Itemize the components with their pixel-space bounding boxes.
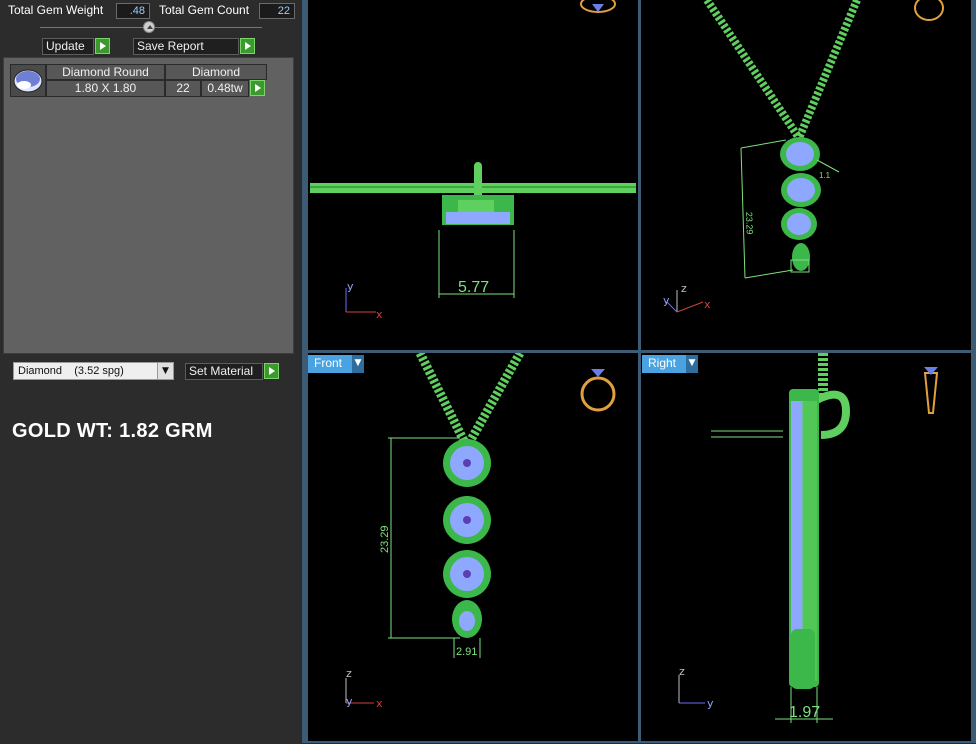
total-gem-weight-label: Total Gem Weight <box>8 3 104 17</box>
svg-text:y: y <box>346 695 353 708</box>
ring-orientation-icon <box>580 0 616 13</box>
total-gem-count-value: 22 <box>259 3 295 19</box>
top-width-dimension: 5.77 <box>458 279 489 296</box>
svg-text:z: z <box>679 665 685 678</box>
set-material-go-icon[interactable] <box>264 363 279 379</box>
save-report-button[interactable]: Save Report <box>133 38 239 55</box>
material-select[interactable]: Diamond (3.52 spg) <box>13 362 174 380</box>
collapse-toggle-icon[interactable] <box>143 21 155 33</box>
right-view-dropdown-icon[interactable]: ▼ <box>686 355 698 373</box>
svg-text:x: x <box>704 298 711 311</box>
pendant-orientation-icon <box>923 367 939 414</box>
left-panel: Total Gem Weight .48 Total Gem Count 22 … <box>0 0 300 743</box>
gem-type-header: Diamond <box>165 64 267 80</box>
gold-weight-text: GOLD WT: 1.82 GRM <box>12 420 213 442</box>
svg-text:y: y <box>707 697 714 710</box>
gem-size-cell: 1.80 X 1.80 <box>46 80 165 97</box>
perspective-small-dimension: 1.1 <box>819 171 831 180</box>
right-depth-dimension: 1.97 <box>789 704 820 721</box>
gem-shape-header: Diamond Round <box>46 64 165 80</box>
perspective-height-dimension: 23.29 <box>744 212 755 235</box>
top-view-model: 5.77 y x <box>310 0 636 321</box>
right-view-model: 1.97 z y <box>678 353 939 723</box>
gem-count-cell: 22 <box>165 80 201 97</box>
total-gem-count-label: Total Gem Count <box>159 3 250 17</box>
ring-orientation-icon <box>580 369 616 412</box>
front-view-label: Front <box>308 355 352 373</box>
svg-text:z: z <box>681 282 687 295</box>
total-gem-weight-value: .48 <box>116 3 150 19</box>
ring-orientation-icon <box>914 0 944 21</box>
svg-text:z: z <box>346 667 352 680</box>
gem-weight-cell: 0.48tw <box>201 80 249 97</box>
gem-row-go-icon[interactable] <box>250 80 265 96</box>
viewport-front[interactable]: 23.29 2.91 z y x Front ▼ <box>308 350 638 741</box>
set-material-button[interactable]: Set Material <box>185 363 263 380</box>
viewport-perspective[interactable]: 23.29 1.1 z x y <box>641 0 971 350</box>
front-height-dimension: 23.29 <box>379 525 391 553</box>
gem-list-panel <box>3 57 294 354</box>
viewport-right[interactable]: 1.97 z y Right ▼ <box>641 353 971 741</box>
front-width-dimension: 2.91 <box>456 646 477 658</box>
svg-text:y: y <box>663 294 670 307</box>
update-button[interactable]: Update <box>42 38 94 55</box>
chevron-down-icon[interactable]: ▼ <box>157 363 173 379</box>
svg-text:x: x <box>376 697 383 710</box>
svg-text:y: y <box>347 280 354 293</box>
save-report-go-icon[interactable] <box>240 38 255 54</box>
front-view-dropdown-icon[interactable]: ▼ <box>352 355 364 373</box>
diamond-round-icon <box>10 64 46 97</box>
material-select-value: Diamond (3.52 spg) <box>18 365 124 377</box>
front-view-model: 23.29 2.91 z y x <box>345 350 616 710</box>
right-view-label: Right <box>642 355 686 373</box>
svg-text:x: x <box>376 308 383 321</box>
update-go-icon[interactable] <box>95 38 110 54</box>
viewport-top[interactable]: 5.77 y x <box>308 0 638 350</box>
perspective-view-model: 23.29 1.1 z x y <box>663 0 944 313</box>
